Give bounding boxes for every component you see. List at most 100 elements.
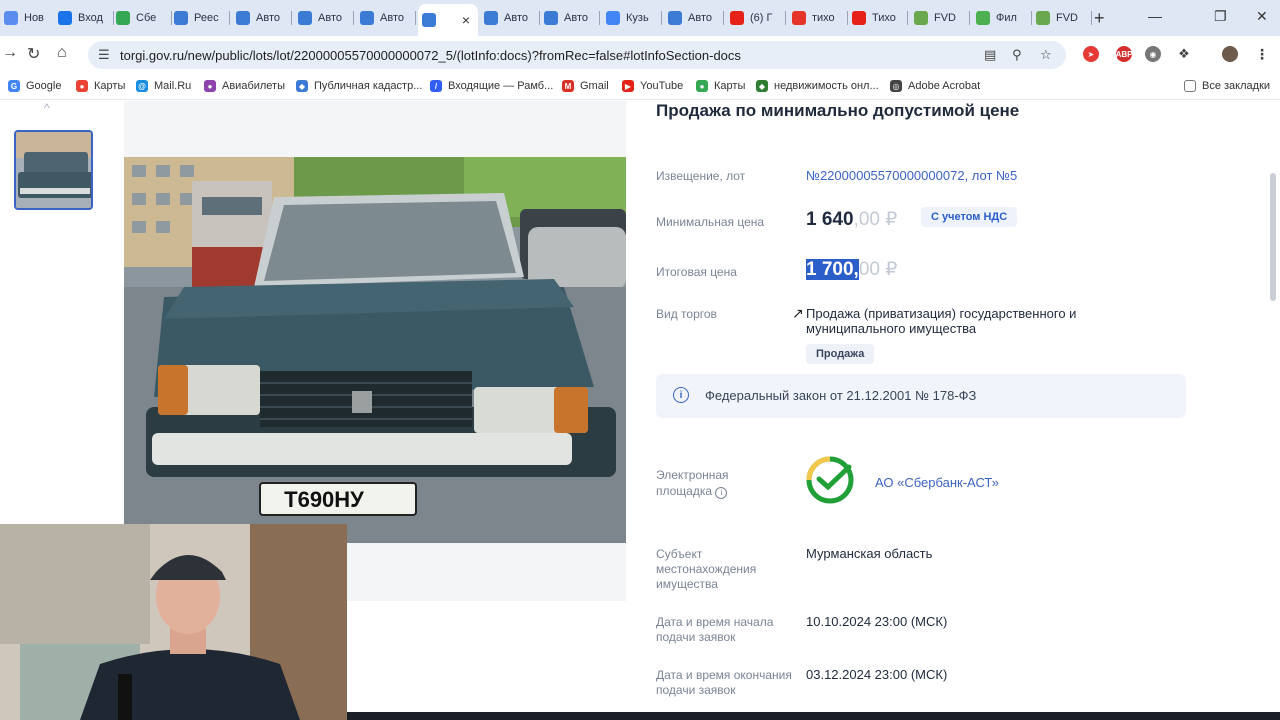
law-notice-text: Федеральный закон от 21.12.2001 № 178-ФЗ [705, 388, 977, 403]
browser-tab[interactable]: Авто [480, 5, 540, 31]
browser-tab[interactable]: Кузь [602, 5, 662, 31]
final-price-label: Итоговая цена [656, 265, 737, 279]
browser-tab[interactable]: Авто [540, 5, 600, 31]
browser-tab[interactable]: Нов [0, 5, 60, 31]
home-icon[interactable]: ⌂ [57, 44, 67, 62]
bookmark-label: Mail.Ru [154, 80, 192, 92]
install-app-icon[interactable]: ▤ [984, 47, 996, 63]
bookmark-label: Adobe Acrobat [908, 80, 981, 92]
rocket-extension-icon[interactable]: ➤ [1083, 46, 1099, 62]
profile-avatar[interactable] [1222, 46, 1238, 62]
minimize-button[interactable]: — [1148, 8, 1162, 24]
tab-separator [415, 11, 416, 25]
bookmark-favicon-icon: G [8, 80, 20, 92]
rosreestr-icon [174, 11, 188, 25]
bookmark-favicon-icon: ◆ [296, 80, 308, 92]
notice-label: Извещение, лот [656, 169, 746, 183]
bookmark-item[interactable]: ◆ Публичная кадастр... [296, 80, 422, 92]
browser-tab[interactable]: FVD [1032, 5, 1092, 31]
tab-label: Авто [380, 12, 404, 24]
address-bar[interactable]: ☰ torgi.gov.ru/new/public/lots/lot/22000… [88, 41, 1066, 69]
tab-label: Авто [688, 12, 712, 24]
bookmark-item[interactable]: ◆ недвижимость онл... [756, 80, 879, 92]
chrome-icon [116, 11, 130, 25]
url-text[interactable]: torgi.gov.ru/new/public/lots/lot/2200000… [120, 48, 741, 63]
final-price-fraction: 00 ₽ [858, 259, 898, 280]
bookmark-item[interactable]: ▶ YouTube [622, 80, 683, 92]
notice-link[interactable]: №22000005570000000072, лот №5 [806, 168, 1017, 183]
bookmark-item[interactable]: ● Авиабилеты [204, 80, 285, 92]
taskbar [347, 712, 1280, 720]
puzzle-extensions-icon[interactable]: ❖ [1176, 46, 1192, 62]
tab-label: Сбе [136, 12, 157, 24]
tab-strip: + — ❐ ✕ Нов Вход Сбе Реес Авто Авто Авто × Авто А… [0, 0, 1280, 36]
bookmark-favicon-icon: @ [136, 80, 148, 92]
torgi-icon [360, 11, 374, 25]
zoom-icon[interactable]: ⚲ [1012, 47, 1022, 63]
close-window-button[interactable]: ✕ [1256, 8, 1268, 25]
browser-tab[interactable]: Авто [664, 5, 724, 31]
bookmark-item[interactable]: ● Карты [76, 80, 125, 92]
back-arrow-icon[interactable]: → [2, 44, 18, 62]
auction-type-line2: муниципального имущества [806, 321, 977, 336]
bookmark-star-icon[interactable]: ☆ [1040, 47, 1052, 63]
browser-tab[interactable]: × [418, 4, 478, 36]
browser-tab[interactable]: Вход [54, 5, 114, 31]
browser-tab[interactable]: Фил [972, 5, 1032, 31]
bookmark-item[interactable]: M Gmail [562, 80, 609, 92]
hd-icon [976, 11, 990, 25]
restore-button[interactable]: ❐ [1214, 8, 1227, 25]
torgi-icon [422, 13, 436, 27]
page-scrollbar[interactable] [1270, 173, 1276, 301]
bookmark-favicon-icon: ● [76, 80, 88, 92]
region-label-line1: Субъект [656, 547, 703, 561]
browser-tab[interactable]: Авто [232, 5, 292, 31]
law-notice: i Федеральный закон от 21.12.2001 № 178-… [656, 374, 1186, 418]
extension-icon[interactable]: ◉ [1145, 46, 1161, 62]
platform-label-line1: Электронная [656, 468, 729, 482]
close-tab-icon[interactable]: × [462, 12, 470, 28]
browser-tab[interactable]: тихо [788, 5, 848, 31]
bookmark-item[interactable]: / Входящие — Рамб... [430, 80, 553, 92]
tab-separator [229, 11, 230, 25]
bookmark-item[interactable]: ● Карты [696, 80, 745, 92]
mouse-cursor-icon: ↗ [792, 305, 804, 321]
new-tab-button[interactable]: + [1094, 8, 1105, 29]
platform-link[interactable]: АО «Сбербанк-АСТ» [875, 475, 999, 490]
bookmark-item[interactable]: @ Mail.Ru [136, 80, 191, 92]
tab-label: (6) Г [750, 12, 773, 24]
help-circle-icon[interactable]: i [715, 487, 728, 499]
tab-label: Реес [194, 12, 219, 24]
all-bookmarks[interactable]: Все закладки [1184, 80, 1270, 92]
bookmark-item[interactable]: G Google [8, 80, 61, 92]
reload-icon[interactable]: ↻ [27, 44, 40, 64]
bookmark-label: Gmail [580, 80, 609, 92]
final-price-main: 1 700, [806, 259, 859, 280]
browser-tab[interactable]: FVD [910, 5, 970, 31]
site-info-icon[interactable]: ☰ [98, 47, 110, 63]
browser-tab[interactable]: Авто [356, 5, 416, 31]
browser-tab[interactable]: Авто [294, 5, 354, 31]
tab-label: Кузь [626, 12, 649, 24]
end-label-line2: подачи заявок [656, 683, 736, 697]
browser-tab[interactable]: Сбе [112, 5, 172, 31]
yandex-icon [792, 11, 806, 25]
torgi-icon [236, 11, 250, 25]
adblock-extension-icon[interactable]: ABP [1116, 46, 1132, 62]
browser-tab[interactable]: (6) Г [726, 5, 786, 31]
bookmark-item[interactable]: ◎ Adobe Acrobat [890, 80, 980, 92]
bookmark-favicon-icon: M [562, 80, 574, 92]
browser-tab[interactable]: Тихо [848, 5, 908, 31]
region-label-line3: имущества [656, 577, 718, 591]
chevron-up-icon[interactable]: ^ [44, 101, 50, 115]
torgi-icon [298, 11, 312, 25]
torgi-icon [544, 11, 558, 25]
photo-thumbnail[interactable] [14, 130, 93, 210]
final-price-value: 1 700,00 ₽ [806, 258, 897, 281]
torgi-icon [484, 11, 498, 25]
browser-tab[interactable]: Реес [170, 5, 230, 31]
menu-kebab-icon[interactable]: ⋮ [1254, 46, 1270, 62]
car-photo[interactable]: Т690НУ [124, 157, 626, 543]
info-icon: i [673, 387, 689, 403]
bookmark-label: недвижимость онл... [774, 80, 879, 92]
